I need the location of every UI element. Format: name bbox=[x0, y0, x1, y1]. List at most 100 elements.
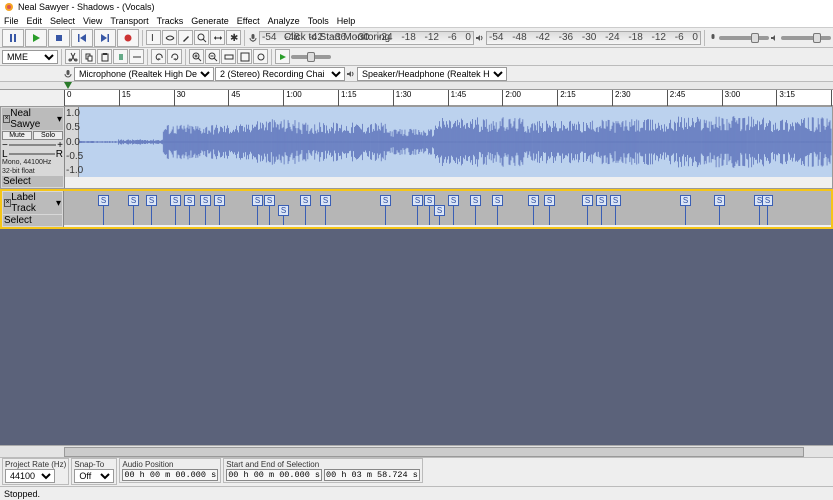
menu-tracks[interactable]: Tracks bbox=[157, 16, 184, 26]
label-marker[interactable]: S bbox=[544, 195, 555, 225]
skip-start-button[interactable] bbox=[71, 29, 93, 47]
menu-analyze[interactable]: Analyze bbox=[268, 16, 300, 26]
label-marker[interactable]: S bbox=[300, 195, 311, 225]
rec-device-icon bbox=[63, 69, 73, 79]
label-marker[interactable]: S bbox=[200, 195, 211, 225]
rec-device-select[interactable]: Microphone (Realtek High Defini bbox=[74, 67, 214, 81]
selection-end[interactable]: 00 h 03 m 58.724 s bbox=[324, 469, 420, 481]
menu-select[interactable]: Select bbox=[50, 16, 75, 26]
audio-host-select[interactable]: MME bbox=[2, 50, 58, 64]
horizontal-scrollbar[interactable] bbox=[0, 446, 833, 458]
record-button[interactable] bbox=[117, 29, 139, 47]
label-marker[interactable]: S bbox=[98, 195, 109, 225]
track-menu-chevron[interactable]: ▾ bbox=[57, 114, 62, 125]
label-marker[interactable]: S bbox=[184, 195, 195, 225]
label-marker[interactable]: S bbox=[762, 195, 773, 225]
menu-tools[interactable]: Tools bbox=[308, 16, 329, 26]
status-message: Stopped. bbox=[0, 486, 833, 500]
label-marker[interactable]: S bbox=[582, 195, 593, 225]
audio-position-value[interactable]: 00 h 00 m 00.000 s bbox=[122, 469, 218, 481]
track-close-button[interactable]: × bbox=[3, 115, 10, 123]
trim-button[interactable] bbox=[113, 49, 128, 64]
pause-button[interactable] bbox=[2, 29, 24, 47]
menu-generate[interactable]: Generate bbox=[191, 16, 229, 26]
menu-help[interactable]: Help bbox=[337, 16, 356, 26]
rec-volume-slider[interactable] bbox=[719, 36, 769, 40]
label-marker[interactable]: S bbox=[214, 195, 225, 225]
audio-track: ×Neal Sawye▾ MuteSolo −+ LR Mono, 44100H… bbox=[0, 106, 833, 189]
waveform-area[interactable]: 1.00.50.0-0.5-1.0 bbox=[65, 107, 832, 177]
label-marker[interactable]: S bbox=[448, 195, 459, 225]
play-button[interactable] bbox=[25, 29, 47, 47]
redo-button[interactable] bbox=[167, 49, 182, 64]
label-marker[interactable]: S bbox=[470, 195, 481, 225]
pan-slider[interactable]: LR bbox=[2, 150, 63, 158]
label-marker[interactable]: S bbox=[492, 195, 503, 225]
label-marker[interactable]: S bbox=[170, 195, 181, 225]
label-marker[interactable]: S bbox=[380, 195, 391, 225]
label-marker[interactable]: S bbox=[264, 195, 275, 225]
fit-project-button[interactable] bbox=[237, 49, 252, 64]
fit-selection-button[interactable] bbox=[221, 49, 236, 64]
envelope-tool[interactable] bbox=[162, 30, 177, 45]
label-track-chevron[interactable]: ▾ bbox=[56, 198, 61, 209]
timeline-ruler[interactable]: 01530451:001:151:301:452:002:152:302:453… bbox=[64, 90, 833, 106]
label-marker[interactable]: S bbox=[434, 205, 445, 225]
copy-button[interactable] bbox=[81, 49, 96, 64]
timeshift-tool[interactable] bbox=[210, 30, 225, 45]
timeline-gutter[interactable] bbox=[0, 82, 833, 90]
label-area[interactable]: SSSSSSSSSSSSSSSSSSSSSSSSSSSS bbox=[64, 191, 831, 225]
menu-effect[interactable]: Effect bbox=[237, 16, 260, 26]
label-marker[interactable]: S bbox=[320, 195, 331, 225]
zoom-in-button[interactable] bbox=[189, 49, 204, 64]
label-marker[interactable]: S bbox=[128, 195, 139, 225]
toolbar-edit: MME bbox=[0, 48, 833, 66]
multi-tool[interactable]: ✱ bbox=[226, 30, 241, 45]
recording-meter[interactable]: Click to Start Monitoring -54-48-42-36-3… bbox=[259, 31, 474, 45]
snap-to-select[interactable]: Off bbox=[74, 469, 114, 483]
menu-transport[interactable]: Transport bbox=[110, 16, 148, 26]
stop-button[interactable] bbox=[48, 29, 70, 47]
label-marker[interactable]: S bbox=[528, 195, 539, 225]
scroll-thumb[interactable] bbox=[64, 447, 804, 457]
track-select-button[interactable]: Select bbox=[3, 176, 31, 187]
rec-channels-select[interactable]: 2 (Stereo) Recording Chai bbox=[215, 67, 345, 81]
label-marker[interactable]: S bbox=[252, 195, 263, 225]
label-marker[interactable]: S bbox=[412, 195, 423, 225]
label-marker[interactable]: S bbox=[610, 195, 621, 225]
svg-text:✱: ✱ bbox=[230, 33, 238, 43]
play-volume-slider[interactable] bbox=[781, 36, 831, 40]
gain-slider[interactable]: −+ bbox=[2, 141, 63, 149]
label-marker[interactable]: S bbox=[714, 195, 725, 225]
label-marker[interactable]: S bbox=[146, 195, 157, 225]
menu-view[interactable]: View bbox=[83, 16, 102, 26]
playhead-marker[interactable] bbox=[64, 82, 72, 89]
undo-button[interactable] bbox=[151, 49, 166, 64]
menu-edit[interactable]: Edit bbox=[27, 16, 43, 26]
empty-track-area[interactable] bbox=[0, 229, 833, 445]
label-marker[interactable]: S bbox=[680, 195, 691, 225]
label-select-button[interactable]: Select bbox=[4, 215, 32, 226]
track-control-panel[interactable]: ×Neal Sawye▾ MuteSolo −+ LR Mono, 44100H… bbox=[1, 107, 65, 188]
skip-end-button[interactable] bbox=[94, 29, 116, 47]
paste-button[interactable] bbox=[97, 49, 112, 64]
playback-meter[interactable]: -54-48-42-36-30-24-18-12-60 bbox=[486, 31, 701, 45]
play-at-speed-button[interactable] bbox=[275, 49, 290, 64]
cut-button[interactable] bbox=[65, 49, 80, 64]
draw-tool[interactable] bbox=[178, 30, 193, 45]
label-track-close[interactable]: × bbox=[4, 199, 11, 207]
selection-start[interactable]: 00 h 00 m 00.000 s bbox=[226, 469, 322, 481]
menu-file[interactable]: File bbox=[4, 16, 19, 26]
project-rate-select[interactable]: 44100 bbox=[5, 469, 55, 483]
selection-tool[interactable]: I bbox=[146, 30, 161, 45]
label-track-panel[interactable]: ×Label Track▾ Select bbox=[2, 191, 64, 227]
track-format-2: 32-bit float bbox=[2, 168, 63, 176]
zoom-toggle-button[interactable] bbox=[253, 49, 268, 64]
label-marker[interactable]: S bbox=[278, 205, 289, 225]
zoom-tool[interactable] bbox=[194, 30, 209, 45]
play-device-select[interactable]: Speaker/Headphone (Realtek High bbox=[357, 67, 507, 81]
zoom-out-button[interactable] bbox=[205, 49, 220, 64]
label-marker[interactable]: S bbox=[596, 195, 607, 225]
silence-button[interactable] bbox=[129, 49, 144, 64]
playback-speed-slider[interactable] bbox=[291, 55, 331, 59]
